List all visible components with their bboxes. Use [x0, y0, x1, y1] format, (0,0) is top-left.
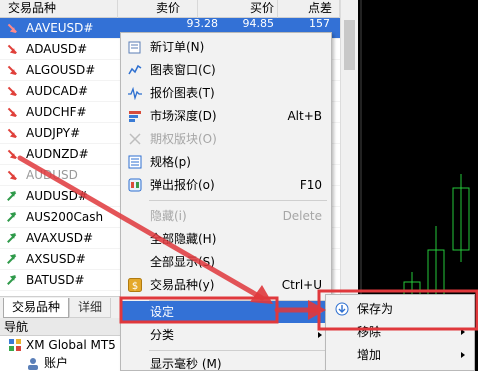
menu-label: 全部显示(S): [150, 255, 215, 269]
menu-item-new-order[interactable]: 新订单(N): [122, 36, 330, 58]
menu-label: 显示毫秒 (M): [150, 357, 222, 371]
context-menu: 新订单(N) 图表窗口(C) 报价图表(T) 市场深度(D) Alt+B 期权版…: [120, 32, 332, 371]
menu-item-show-all[interactable]: 全部显示(S): [122, 251, 330, 273]
menu-item-popup-prices[interactable]: 弹出报价(o) F10: [122, 174, 330, 196]
submenu-label: 保存为: [357, 302, 394, 316]
arrow-up-icon: [4, 251, 21, 268]
symbol-name: AUDJPY#: [26, 126, 81, 140]
arrow-down-icon: [4, 83, 21, 100]
navigator-accounts-label: 账户: [44, 356, 69, 370]
spread-value: 157: [309, 18, 330, 30]
price-values: 93.28 94.85 157: [168, 18, 336, 31]
svg-text:$: $: [132, 281, 138, 292]
arrow-up-icon: [4, 272, 21, 289]
new-order-icon: [128, 41, 141, 54]
menu-shortcut: Alt+B: [287, 109, 322, 123]
menu-item-options: 期权版块(O): [122, 128, 330, 150]
submenu-label: 增加: [357, 348, 382, 362]
submenu-arrow-icon: [461, 329, 465, 335]
menu-label: 交易品种(y): [150, 278, 215, 292]
specification-icon: [128, 155, 142, 169]
save-icon: [335, 302, 349, 316]
submenu-label: 移除: [357, 325, 382, 339]
ask-value: 94.85: [242, 18, 275, 30]
menu-item-show-milliseconds[interactable]: 显示毫秒 (M): [122, 353, 330, 371]
menu-item-sort[interactable]: 分类: [122, 324, 330, 346]
menu-separator: [149, 200, 327, 201]
menu-label: 弹出报价(o): [150, 178, 215, 192]
arrow-down-icon: [4, 104, 21, 121]
tab-details[interactable]: 详细: [69, 298, 112, 318]
menu-shortcut: F10: [299, 178, 322, 192]
market-depth-icon: [129, 111, 141, 122]
menu-label: 市场深度(D): [150, 109, 217, 123]
symbol-name: AXSUSD#: [26, 252, 86, 266]
sets-submenu: 保存为 移除 增加: [325, 294, 475, 371]
vertical-scrollbar[interactable]: [340, 0, 358, 296]
menu-label: 设定: [150, 305, 175, 319]
symbol-name: AUDUSD#: [26, 189, 88, 203]
arrow-down-icon: [4, 20, 21, 37]
menu-label: 隐藏(i): [150, 209, 187, 223]
symbol-name: AUDUSD: [26, 168, 78, 182]
menu-item-market-depth[interactable]: 市场深度(D) Alt+B: [122, 105, 330, 127]
symbol-name: ALGOUSD#: [26, 63, 96, 77]
column-ask[interactable]: 买价: [198, 0, 278, 18]
arrow-down-icon: [4, 125, 21, 142]
arrow-down-icon: [4, 62, 21, 79]
menu-item-hide-all[interactable]: 全部隐藏(H): [122, 228, 330, 250]
menu-item-specification[interactable]: 规格(p): [122, 151, 330, 173]
column-bid[interactable]: 卖价: [118, 0, 198, 18]
navigator-broker-label: XM Global MT5: [26, 338, 116, 352]
menu-item-symbols[interactable]: $ 交易品种(y) Ctrl+U: [122, 274, 330, 296]
popup-prices-icon: [128, 178, 142, 192]
arrow-down-icon: [4, 167, 21, 184]
bid-value: 93.28: [186, 18, 219, 30]
menu-item-chart-window[interactable]: 图表窗口(C): [122, 59, 330, 81]
menu-label: 报价图表(T): [150, 86, 215, 100]
chart-window-icon: [128, 64, 142, 75]
menu-label: 图表窗口(C): [150, 63, 216, 77]
symbol-name: AVAXUSD#: [26, 231, 94, 245]
options-icon: [129, 133, 141, 145]
symbol-name: AUS200Cash: [26, 210, 104, 224]
arrow-up-icon: [4, 230, 21, 247]
menu-separator: [149, 350, 327, 351]
arrow-down-icon: [4, 146, 21, 163]
menu-label: 全部隐藏(H): [150, 232, 217, 246]
column-symbol[interactable]: 交易品种: [0, 0, 118, 18]
symbol-name: AUDNZD#: [26, 147, 89, 161]
symbol-name: AUDCHF#: [26, 105, 87, 119]
arrow-up-icon: [4, 209, 21, 226]
symbol-name: AAVEUSD#: [26, 21, 94, 35]
submenu-arrow-icon: [318, 309, 322, 315]
arrow-up-icon: [4, 188, 21, 205]
symbol-name: ADAUSD#: [26, 42, 88, 56]
symbol-name: AUDCAD#: [26, 84, 89, 98]
submenu-arrow-icon: [461, 352, 465, 358]
market-watch-header: 交易品种 卖价 买价 点差: [0, 0, 340, 18]
menu-item-tick-chart[interactable]: 报价图表(T): [122, 82, 330, 104]
menu-item-sets[interactable]: 设定: [122, 301, 330, 323]
menu-label: 新订单(N): [150, 40, 205, 54]
submenu-arrow-icon: [318, 332, 322, 338]
accounts-icon: [28, 358, 38, 370]
tick-chart-icon: [128, 86, 142, 100]
menu-shortcut: Ctrl+U: [281, 278, 322, 292]
symbol-name: BATUSD#: [26, 273, 85, 287]
column-spread[interactable]: 点差: [278, 0, 340, 18]
menu-label: 规格(p): [150, 155, 191, 169]
menu-item-hide: 隐藏(i) Delete: [122, 205, 330, 227]
menu-label: 分类: [150, 328, 175, 342]
scrollbar-thumb[interactable]: [344, 20, 355, 70]
submenu-item-add[interactable]: 增加: [327, 344, 473, 366]
broker-icon: [9, 339, 21, 351]
symbols-icon: $: [128, 278, 142, 292]
submenu-item-remove[interactable]: 移除: [327, 321, 473, 343]
arrow-down-icon: [4, 41, 21, 58]
menu-shortcut: Delete: [282, 209, 322, 223]
menu-label: 期权版块(O): [150, 132, 217, 146]
submenu-item-save-as[interactable]: 保存为: [327, 298, 473, 320]
tab-symbols[interactable]: 交易品种: [3, 298, 70, 318]
